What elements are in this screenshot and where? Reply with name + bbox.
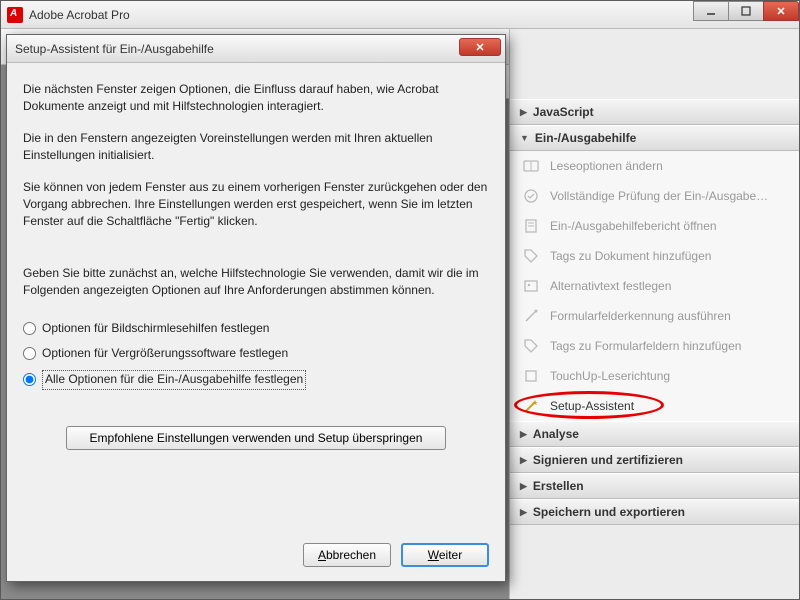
radio-all-options[interactable]: Alle Optionen für die Ein-/Ausgabehilfe … (23, 370, 489, 389)
triangle-right-icon: ▶ (520, 429, 527, 440)
tool-add-tags[interactable]: Tags zu Dokument hinzufügen (510, 241, 799, 271)
maximize-button[interactable] (728, 1, 764, 21)
dialog-body: Die nächsten Fenster zeigen Optionen, di… (7, 63, 505, 460)
touchup-icon (522, 367, 540, 385)
triangle-right-icon: ▶ (520, 455, 527, 466)
radio-all-options-label: Alle Optionen für die Ein-/Ausgabehilfe … (42, 370, 306, 389)
triangle-right-icon: ▶ (520, 507, 527, 518)
radio-magnifier-input[interactable] (23, 347, 36, 360)
setup-assistant-dialog: Setup-Assistent für Ein-/Ausgabehilfe Di… (6, 34, 506, 582)
app-title: Adobe Acrobat Pro (29, 8, 793, 22)
tool-read-options[interactable]: Leseoptionen ändern (510, 151, 799, 181)
dialog-titlebar: Setup-Assistent für Ein-/Ausgabehilfe (7, 35, 505, 63)
triangle-right-icon: ▶ (520, 107, 527, 118)
dialog-footer: Abbrechen Weiter (303, 543, 489, 567)
wizard-icon (522, 397, 540, 415)
tool-alt-text[interactable]: Alternativtext festlegen (510, 271, 799, 301)
use-recommended-skip-button[interactable]: Empfohlene Einstellungen verwenden und S… (66, 426, 446, 450)
accessibility-tools-list: Leseoptionen ändern Vollständige Prüfung… (510, 151, 799, 421)
dialog-title: Setup-Assistent für Ein-/Ausgabehilfe (15, 42, 214, 56)
radio-screenreader-input[interactable] (23, 322, 36, 335)
tag-icon (522, 247, 540, 265)
radio-screenreader-label: Optionen für Bildschirmlesehilfen festle… (42, 320, 269, 337)
cancel-button-rest: bbrechen (326, 548, 376, 562)
tool-full-check[interactable]: Vollständige Prüfung der Ein-/Ausgabe… (510, 181, 799, 211)
accordion-sign[interactable]: ▶Signieren und zertifizieren (510, 447, 799, 473)
radio-screenreader[interactable]: Optionen für Bildschirmlesehilfen festle… (23, 320, 489, 337)
dialog-paragraph-2: Die in den Fenstern angezeigten Voreinst… (23, 130, 489, 165)
next-button-rest: eiter (439, 548, 462, 562)
radio-group-assistive-tech: Optionen für Bildschirmlesehilfen festle… (23, 320, 489, 390)
tool-setup-assistant[interactable]: Setup-Assistent (510, 391, 799, 421)
accordion-analyse[interactable]: ▶Analyse (510, 421, 799, 447)
app-titlebar: Adobe Acrobat Pro (1, 1, 799, 29)
wand-icon (522, 307, 540, 325)
app-close-button[interactable] (763, 1, 799, 21)
dialog-paragraph-3: Sie können von jedem Fenster aus zu eine… (23, 179, 489, 231)
accordion-create[interactable]: ▶Erstellen (510, 473, 799, 499)
radio-magnifier-label: Optionen für Vergrößerungssoftware festl… (42, 345, 288, 362)
cancel-button[interactable]: Abbrechen (303, 543, 391, 567)
tool-report[interactable]: Ein-/Ausgabehilfebericht öffnen (510, 211, 799, 241)
tool-form-tags[interactable]: Tags zu Formularfeldern hinzufügen (510, 331, 799, 361)
radio-all-options-input[interactable] (23, 373, 36, 386)
triangle-down-icon: ▼ (520, 133, 529, 143)
tool-touchup[interactable]: TouchUp-Leserichtung (510, 361, 799, 391)
book-icon (522, 157, 540, 175)
dialog-paragraph-4: Geben Sie bitte zunächst an, welche Hilf… (23, 265, 489, 300)
tool-form-recog[interactable]: Formularfelderkennung ausführen (510, 301, 799, 331)
triangle-right-icon: ▶ (520, 481, 527, 492)
next-button[interactable]: Weiter (401, 543, 489, 567)
image-icon (522, 277, 540, 295)
accordion-javascript[interactable]: ▶JavaScript (510, 99, 799, 125)
acrobat-icon (7, 7, 23, 23)
check-badge-icon (522, 187, 540, 205)
tools-panel: ▶JavaScript ▼Ein-/Ausgabehilfe Leseoptio… (509, 29, 799, 599)
minimize-button[interactable] (693, 1, 729, 21)
dialog-close-button[interactable] (459, 38, 501, 56)
accordion-accessibility[interactable]: ▼Ein-/Ausgabehilfe (510, 125, 799, 151)
accordion-save[interactable]: ▶Speichern und exportieren (510, 499, 799, 525)
tag-plus-icon (522, 337, 540, 355)
dialog-paragraph-1: Die nächsten Fenster zeigen Optionen, di… (23, 81, 489, 116)
report-icon (522, 217, 540, 235)
radio-magnifier[interactable]: Optionen für Vergrößerungssoftware festl… (23, 345, 489, 362)
